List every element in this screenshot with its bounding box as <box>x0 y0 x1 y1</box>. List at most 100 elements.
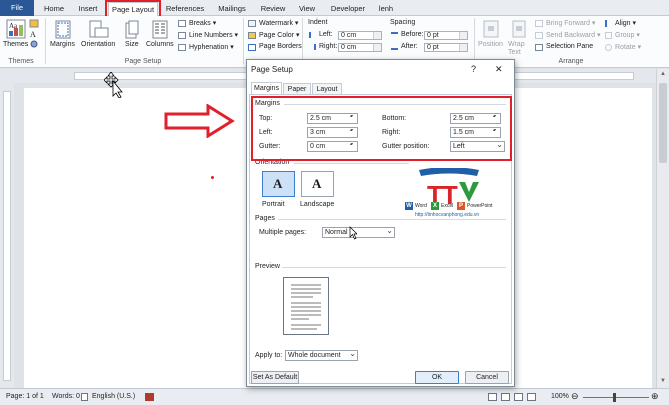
tab-view[interactable]: View <box>292 2 322 16</box>
position-button[interactable]: Position <box>478 41 503 48</box>
close-button[interactable]: ✕ <box>495 64 503 75</box>
line-numbers-icon <box>178 32 186 39</box>
indent-left-label: Left: <box>319 31 333 38</box>
tab-layout[interactable]: Layout <box>312 83 342 94</box>
spacing-before-input[interactable]: 0 pt <box>424 31 468 40</box>
tab-file[interactable]: File <box>0 0 34 16</box>
wrap-text-icon[interactable] <box>512 20 526 38</box>
vertical-ruler[interactable] <box>0 83 14 388</box>
tab-paper[interactable]: Paper <box>283 83 311 94</box>
zoom-slider-thumb[interactable] <box>613 393 616 402</box>
orientation-button[interactable]: Orientation <box>81 41 115 48</box>
wrap-text-button[interactable]: Wrap Text <box>508 41 530 57</box>
send-backward-button[interactable]: Send Backward ▾ <box>546 31 601 39</box>
help-button[interactable]: ? <box>471 64 476 74</box>
ok-button[interactable]: OK <box>415 371 459 384</box>
position-icon[interactable] <box>483 20 499 38</box>
breaks-icon <box>178 20 186 27</box>
indent-left-input[interactable]: 0 cm <box>338 31 382 40</box>
columns-icon[interactable] <box>152 20 168 39</box>
themes-icon[interactable]: Aa <box>6 19 26 39</box>
theme-colors-fonts-effects-icon[interactable]: A <box>29 19 39 49</box>
tab-developer[interactable]: Developer <box>326 2 370 16</box>
set-as-default-button[interactable]: Set As Default <box>251 371 299 384</box>
pointer-cursor-icon <box>349 226 357 240</box>
word-count[interactable]: Words: 0 <box>52 389 80 405</box>
zoom-out-icon[interactable]: ⊖ <box>571 389 579 404</box>
cancel-button[interactable]: Cancel <box>465 371 509 384</box>
preview-page <box>283 277 329 335</box>
group-icon <box>605 32 612 39</box>
multiple-pages-select[interactable]: Normal <box>322 226 395 238</box>
landscape-option[interactable]: A <box>301 171 334 197</box>
svg-text:A: A <box>30 30 36 39</box>
macro-record-icon[interactable] <box>145 393 154 401</box>
line-numbers-button[interactable]: Line Numbers ▾ <box>189 31 238 39</box>
landscape-icon: A <box>312 176 322 191</box>
zoom-slider[interactable] <box>583 397 649 398</box>
selection-pane-icon <box>535 44 543 51</box>
align-button[interactable]: Align ▾ <box>615 19 636 27</box>
page-color-button[interactable]: Page Color ▾ <box>259 31 299 39</box>
vertical-scrollbar[interactable]: ▲ ▼ <box>656 69 669 388</box>
page-count[interactable]: Page: 1 of 1 <box>6 389 44 405</box>
hyphenation-icon <box>178 44 186 51</box>
bring-forward-button[interactable]: Bring Forward ▾ <box>546 19 595 27</box>
spacing-title: Spacing <box>390 19 416 26</box>
ttv-logo: TT <box>419 168 479 210</box>
red-dot <box>211 176 214 179</box>
spacing-before-icon <box>391 32 398 38</box>
tab-insert[interactable]: Insert <box>72 2 104 16</box>
breaks-button[interactable]: Breaks ▾ <box>189 19 216 27</box>
selection-pane-button[interactable]: Selection Pane <box>546 43 593 50</box>
red-arrow-annotation <box>164 104 235 138</box>
spacing-after-input[interactable]: 0 pt <box>424 43 468 52</box>
page-setup-dialog: Page Setup ? ✕ Margins Paper Layout Marg… <box>246 59 515 387</box>
indent-right-icon <box>309 44 316 50</box>
apply-to-select[interactable]: Whole document <box>285 349 358 361</box>
themes-button[interactable]: Themes <box>3 41 28 48</box>
tab-mailings[interactable]: Mailings <box>212 2 252 16</box>
portrait-label: Portrait <box>262 201 285 208</box>
language[interactable]: English (U.S.) <box>92 389 135 405</box>
tab-references[interactable]: References <box>162 2 208 16</box>
status-bar: Page: 1 of 1 Words: 0 English (U.S.) 100… <box>0 388 669 405</box>
hyphenation-button[interactable]: Hyphenation ▾ <box>189 43 234 51</box>
margins-button[interactable]: Margins <box>50 41 75 48</box>
move-cursor-icon <box>104 72 123 98</box>
preview-section-title: Preview <box>255 263 280 270</box>
tab-lenh[interactable]: lenh <box>372 2 400 16</box>
ribbon-tab-bar: File Home Insert Page Layout References … <box>0 0 669 16</box>
columns-button[interactable]: Columns <box>146 41 174 48</box>
tab-margins[interactable]: Margins <box>251 82 282 94</box>
spacing-after-label: After: <box>401 43 418 50</box>
logo-excel: Excel <box>441 203 454 209</box>
margins-icon[interactable] <box>55 20 71 39</box>
tab-home[interactable]: Home <box>38 2 70 16</box>
zoom-level[interactable]: 100% <box>551 389 569 405</box>
logo-url: http://tinhocvanphong.edu.vn <box>415 212 480 218</box>
spacing-after-icon <box>391 44 398 50</box>
multiple-pages-label: Multiple pages: <box>259 229 307 236</box>
size-button[interactable]: Size <box>125 41 139 48</box>
logo-word: Word <box>415 203 427 209</box>
apply-to-label: Apply to: <box>255 352 283 359</box>
portrait-icon: A <box>273 176 283 191</box>
page-borders-button[interactable]: Page Borders <box>259 43 302 50</box>
view-buttons[interactable] <box>488 393 548 401</box>
group-label-themes: Themes <box>8 58 34 65</box>
size-icon[interactable] <box>125 20 139 39</box>
highlight-box-margins <box>251 96 512 161</box>
rotate-icon <box>605 44 612 51</box>
orientation-icon[interactable] <box>89 20 109 39</box>
logo-powerpoint: PowerPoint <box>467 203 493 209</box>
watermark-button[interactable]: Watermark ▾ <box>259 19 298 27</box>
indent-right-input[interactable]: 0 cm <box>338 43 382 52</box>
tab-review[interactable]: Review <box>256 2 290 16</box>
group-objects-button[interactable]: Group ▾ <box>615 31 640 39</box>
landscape-label: Landscape <box>300 201 335 208</box>
proofing-icon[interactable] <box>81 393 88 401</box>
rotate-button[interactable]: Rotate ▾ <box>615 43 641 51</box>
zoom-in-icon[interactable]: ⊕ <box>651 389 659 404</box>
portrait-option[interactable]: A <box>262 171 295 197</box>
